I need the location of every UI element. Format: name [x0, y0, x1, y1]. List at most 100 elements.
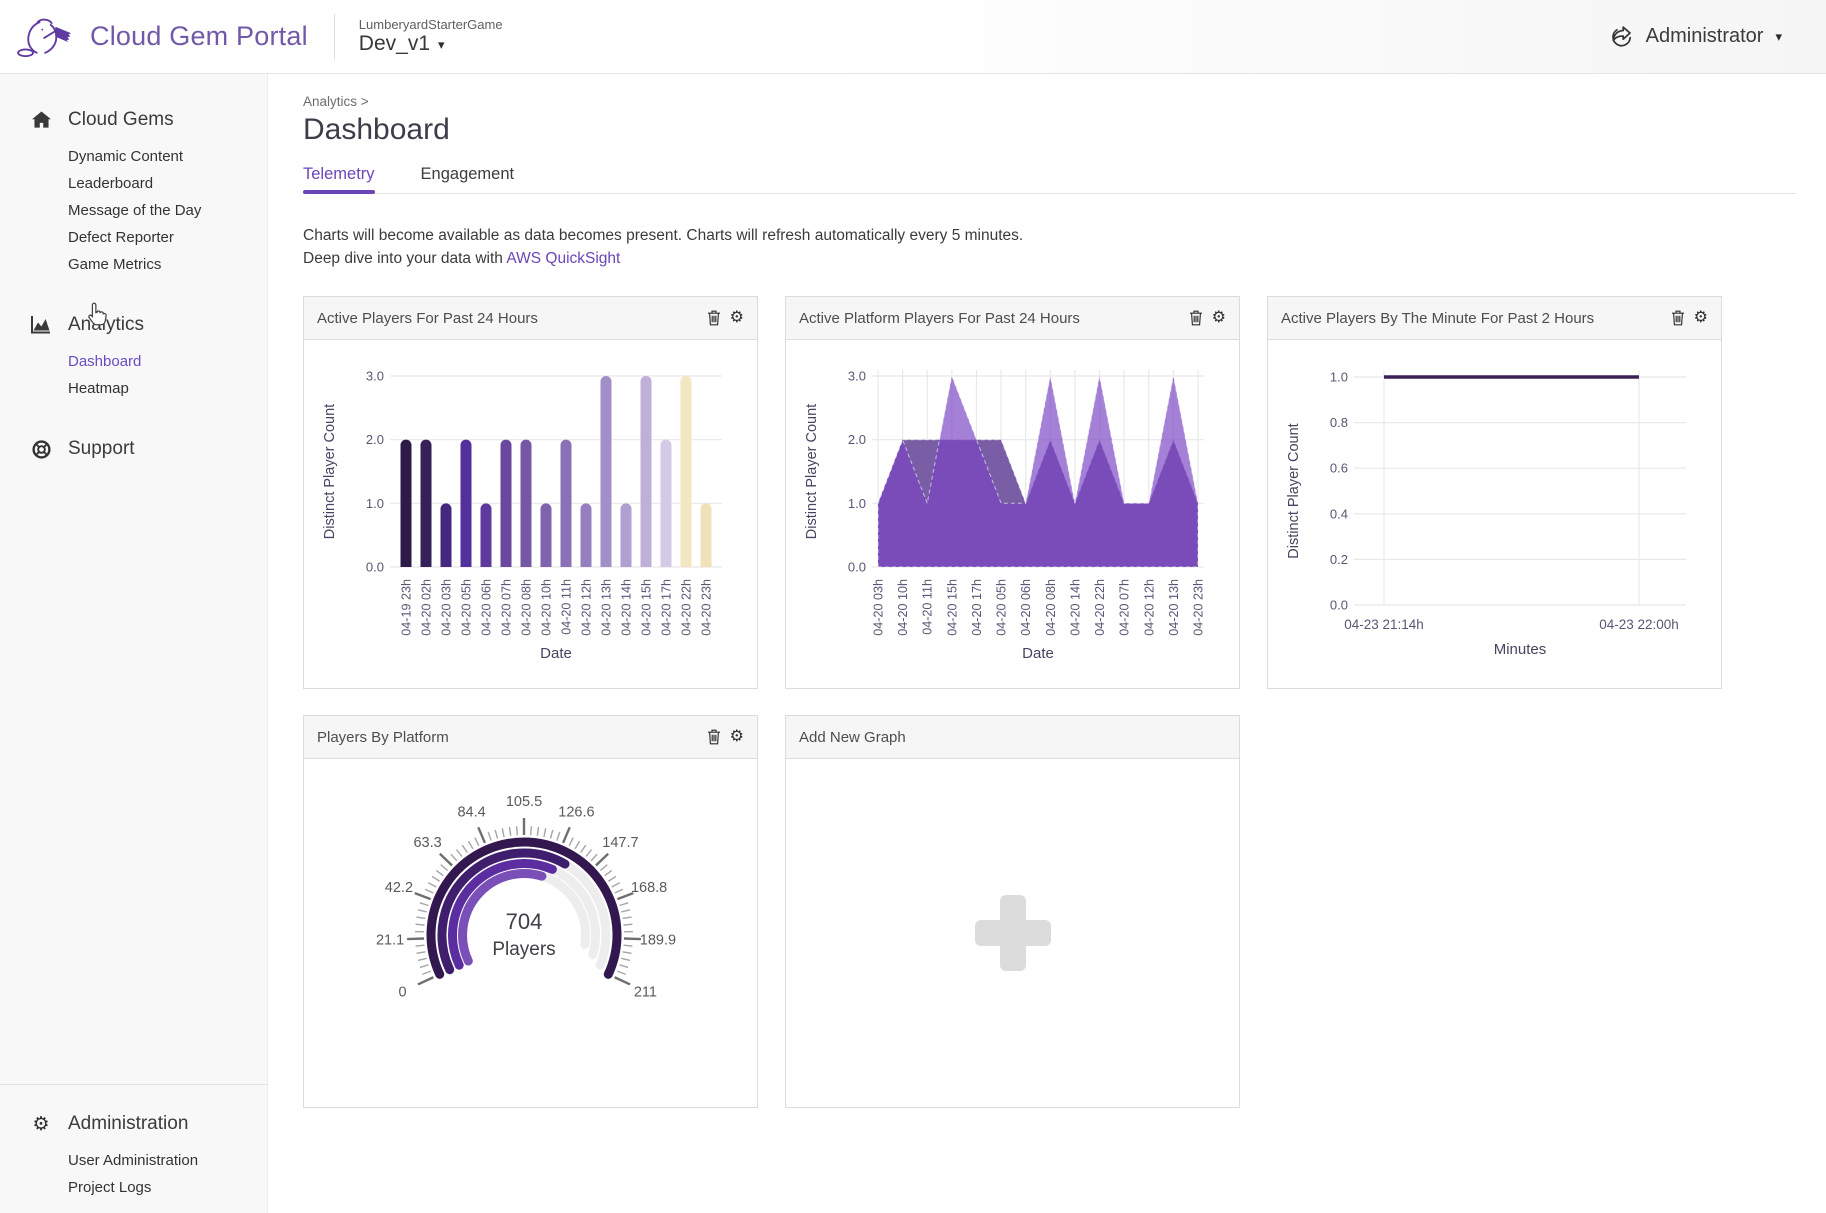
svg-text:04-19 23h: 04-19 23h	[400, 579, 414, 636]
svg-text:0.0: 0.0	[366, 560, 384, 575]
svg-text:126.6: 126.6	[558, 805, 594, 821]
svg-text:04-20 14h: 04-20 14h	[620, 579, 634, 636]
sidebar-item-administration[interactable]: ⚙ Administration	[0, 1107, 267, 1141]
svg-text:63.3: 63.3	[413, 835, 441, 851]
trash-icon[interactable]	[707, 310, 721, 326]
svg-text:0.4: 0.4	[1330, 506, 1348, 521]
svg-text:04-20 03h: 04-20 03h	[872, 579, 886, 636]
svg-text:Distinct Player Count: Distinct Player Count	[804, 404, 820, 539]
tab-telemetry[interactable]: Telemetry	[303, 165, 375, 194]
svg-text:04-20 10h: 04-20 10h	[540, 579, 554, 636]
svg-text:04-20 17h: 04-20 17h	[970, 579, 984, 636]
area-chart-svg: 0.0 1.0 2.0 3.0 04-20 03h 04-20 10h 04-20 11h 0…	[804, 369, 1206, 663]
gear-icon[interactable]: ⚙	[730, 729, 744, 745]
svg-text:0: 0	[399, 985, 407, 1001]
tabs-row: Telemetry Engagement	[303, 165, 1796, 194]
sidebar-item-dashboard[interactable]: Dashboard	[0, 348, 267, 375]
svg-text:0.8: 0.8	[1330, 415, 1348, 430]
svg-text:Date: Date	[1022, 645, 1054, 662]
svg-text:189.9: 189.9	[640, 933, 676, 949]
card-actions: ⚙	[707, 729, 744, 745]
home-icon	[30, 111, 52, 129]
svg-text:04-20 22h: 04-20 22h	[680, 579, 694, 636]
chart-card-active-players-by-the-minute-for-past-2-hours: Active Players By The Minute For Past 2 …	[1267, 296, 1722, 689]
svg-text:04-20 05h: 04-20 05h	[460, 579, 474, 636]
logo[interactable]: Cloud Gem Portal	[0, 10, 308, 64]
chevron-down-icon: ▾	[1775, 29, 1782, 44]
sidebar-section-label: Support	[68, 438, 135, 459]
svg-text:04-20 07h: 04-20 07h	[1118, 579, 1132, 636]
project-name: LumberyardStarterGame	[358, 17, 503, 32]
trash-icon[interactable]	[1671, 310, 1685, 326]
notice-text: Charts will become available as data bec…	[303, 224, 1796, 270]
sidebar-subitems: Dashboard Heatmap	[0, 348, 267, 402]
share-icon[interactable]	[1609, 25, 1634, 48]
sidebar-sections: Cloud Gems Dynamic Content Leaderboard Mess…	[0, 103, 267, 466]
trash-icon[interactable]	[1189, 310, 1203, 326]
user-menu[interactable]: Administrator	[1646, 25, 1764, 48]
gear-icon[interactable]: ⚙	[1212, 310, 1226, 326]
deployment-selector[interactable]: LumberyardStarterGame Dev_v1 ▾	[333, 13, 503, 60]
lumberyard-beaver-icon	[17, 18, 72, 57]
card-header: Active Players By The Minute For Past 2 …	[1268, 297, 1721, 340]
svg-text:04-23 21:14h: 04-23 21:14h	[1344, 617, 1424, 632]
trash-icon[interactable]	[707, 729, 721, 745]
svg-text:Date: Date	[540, 645, 572, 662]
chart-card-add-new-graph: Add New Graph	[785, 715, 1240, 1108]
chart-card-players-by-platform: Players By Platform ⚙ 0 21.1 42.2 63.3 84.4 105…	[303, 715, 758, 1108]
svg-text:21.1: 21.1	[376, 933, 404, 949]
card-title: Players By Platform	[317, 728, 449, 746]
breadcrumb[interactable]: Analytics >	[303, 94, 369, 109]
sidebar-bottom-sections: ⚙ Administration User Administration Projec…	[0, 1084, 267, 1213]
svg-text:04-20 23h: 04-20 23h	[1192, 579, 1206, 636]
sidebar-item-leaderboard[interactable]: Leaderboard	[0, 170, 267, 197]
svg-text:147.7: 147.7	[602, 835, 638, 851]
gear-icon[interactable]: ⚙	[1694, 310, 1708, 326]
sidebar-section-label: Analytics	[68, 314, 145, 335]
svg-text:Distinct Player Count: Distinct Player Count	[322, 404, 338, 539]
sidebar-item-dynamic-content[interactable]: Dynamic Content	[0, 143, 267, 170]
sidebar-item-cloud-gems[interactable]: Cloud Gems	[0, 103, 267, 137]
chart-card-active-players-for-past-24-hours: Active Players For Past 24 Hours ⚙ 0.0 1.0 2…	[303, 296, 758, 689]
sidebar-section-support: Support	[0, 432, 267, 466]
sidebar-section-cloud-gems: Cloud Gems Dynamic Content Leaderboard Mess…	[0, 103, 267, 278]
sidebar-item-message-of-the-day[interactable]: Message of the Day	[0, 197, 267, 224]
svg-text:42.2: 42.2	[385, 880, 413, 896]
sidebar-item-support[interactable]: Support	[0, 432, 267, 466]
notice-line1: Charts will become available as data bec…	[303, 227, 1024, 244]
sidebar-item-project-logs[interactable]: Project Logs	[0, 1174, 267, 1201]
card-body: 0.0 1.0 2.0 3.0 04-20 03h 04-20 10h 04-20 11h 0…	[786, 340, 1239, 688]
card-actions: ⚙	[707, 310, 744, 326]
aws-quicksight-link[interactable]: AWS QuickSight	[506, 250, 620, 267]
tab-engagement[interactable]: Engagement	[421, 165, 515, 193]
sidebar-item-heatmap[interactable]: Heatmap	[0, 375, 267, 402]
svg-text:168.8: 168.8	[631, 880, 667, 896]
sidebar-subitems: Dynamic Content Leaderboard Message of the…	[0, 143, 267, 278]
card-body: 0.0 0.2 0.4 0.6 0.8 1.0 04-23 21:14h 04-23 22:0…	[1268, 340, 1721, 688]
sidebar-item-analytics[interactable]: Analytics	[0, 308, 267, 342]
svg-text:2.0: 2.0	[366, 432, 384, 447]
sidebar-item-defect-reporter[interactable]: Defect Reporter	[0, 224, 267, 251]
sidebar-section-analytics: Analytics Dashboard Heatmap	[0, 308, 267, 402]
svg-text:04-20 22h: 04-20 22h	[1093, 579, 1107, 636]
sidebar-item-game-metrics[interactable]: Game Metrics	[0, 251, 267, 278]
svg-text:Distinct Player Count: Distinct Player Count	[1286, 423, 1302, 558]
svg-text:1.0: 1.0	[366, 496, 384, 511]
svg-text:04-20 08h: 04-20 08h	[1044, 579, 1058, 636]
main-content: Analytics > Dashboard Telemetry Engagemen…	[267, 94, 1826, 1108]
svg-text:105.5: 105.5	[506, 794, 542, 810]
svg-text:Minutes: Minutes	[1494, 641, 1547, 658]
svg-text:04-20 10h: 04-20 10h	[896, 579, 910, 636]
sidebar-subitems: User Administration Project Logs	[0, 1147, 267, 1201]
card-title: Active Players By The Minute For Past 2 …	[1281, 309, 1595, 327]
dashboard-cards-grid: Active Players For Past 24 Hours ⚙ 0.0 1.0 2…	[303, 296, 1796, 1108]
card-body: 0 21.1 42.2 63.3 84.4 105.5 126.6 147.7 168.8 189…	[304, 759, 757, 1107]
svg-text:1.0: 1.0	[1330, 370, 1348, 385]
sidebar-item-user-administration[interactable]: User Administration	[0, 1147, 267, 1174]
svg-text:04-20 06h: 04-20 06h	[1019, 579, 1033, 636]
svg-text:04-20 06h: 04-20 06h	[480, 579, 494, 636]
gear-icon[interactable]: ⚙	[730, 310, 744, 326]
card-header: Active Players For Past 24 Hours ⚙	[304, 297, 757, 340]
bar-chart-svg: 0.0 1.0 2.0 3.0 04-19 23h 04-20 02h 04-20 03h 0…	[322, 369, 722, 662]
add-new-graph-body[interactable]	[786, 759, 1239, 1107]
